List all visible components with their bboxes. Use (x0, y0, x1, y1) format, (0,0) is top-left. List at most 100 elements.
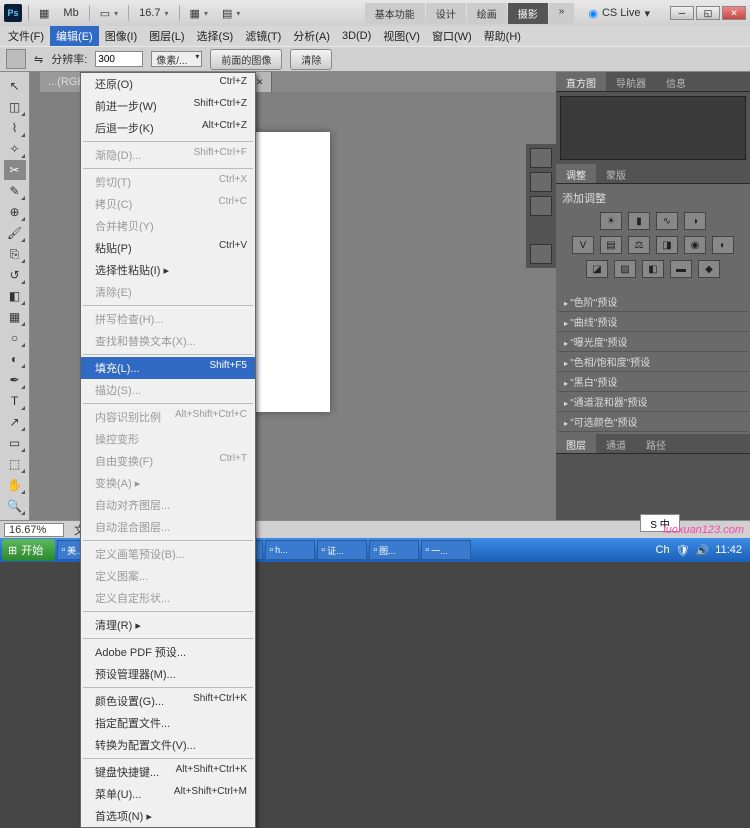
menu-item[interactable]: 预设管理器(M)... (81, 663, 255, 685)
panel-icon[interactable] (530, 148, 552, 168)
heal-tool[interactable]: ⊕ (4, 202, 26, 222)
menu-filter[interactable]: 滤镜(T) (239, 26, 287, 46)
wand-tool[interactable]: ✧ (4, 139, 26, 159)
bridge-button[interactable]: ▦ (35, 5, 53, 22)
workspace-tab[interactable]: 绘画 (467, 3, 507, 24)
panel-icon[interactable] (530, 244, 552, 264)
pen-tool[interactable]: ✒ (4, 370, 26, 390)
taskbar-item[interactable]: ▫图... (369, 540, 419, 560)
marquee-tool[interactable]: ◫ (4, 97, 26, 117)
photo-filter-icon[interactable]: ◉ (684, 236, 706, 254)
gradient-tool[interactable]: ▦ (4, 307, 26, 327)
brush-tool[interactable]: 🖌 (4, 223, 26, 243)
zoom-field[interactable]: 16.67% (4, 523, 64, 537)
minimize-button[interactable]: ─ (670, 6, 694, 20)
preset-item[interactable]: "黑白"预设 (558, 372, 748, 392)
start-button[interactable]: ⊞开始 (2, 539, 55, 561)
preset-item[interactable]: "曝光度"预设 (558, 332, 748, 352)
menu-item[interactable]: 填充(L)...Shift+F5 (81, 357, 255, 379)
preset-item[interactable]: "曲线"预设 (558, 312, 748, 332)
menu-item[interactable]: 键盘快捷键...Alt+Shift+Ctrl+K (81, 761, 255, 783)
workspace-tab[interactable]: 摄影 (508, 3, 548, 24)
exposure-icon[interactable]: ◑ (684, 212, 706, 230)
taskbar-item[interactable]: ▫h... (265, 540, 315, 560)
gradient-map-icon[interactable]: ▬ (670, 260, 692, 278)
eraser-tool[interactable]: ◧ (4, 286, 26, 306)
resolution-input[interactable] (95, 51, 143, 67)
panel-tab-paths[interactable]: 路径 (636, 434, 676, 453)
crop-tool[interactable]: ✂ (4, 160, 26, 180)
close-button[interactable]: ✕ (722, 6, 746, 20)
close-tab-icon[interactable]: ✕ (256, 77, 264, 88)
preset-item[interactable]: "色阶"预设 (558, 292, 748, 312)
menu-layer[interactable]: 图层(L) (143, 26, 190, 46)
brightness-icon[interactable]: ☀ (600, 212, 622, 230)
clear-button[interactable]: 清除 (290, 49, 332, 70)
bw-icon[interactable]: ◨ (656, 236, 678, 254)
threshold-icon[interactable]: ◧ (642, 260, 664, 278)
zoom-tool[interactable]: 🔍 (4, 496, 26, 516)
blur-tool[interactable]: ○ (4, 328, 26, 348)
workspace-tab[interactable]: 基本功能 (365, 3, 425, 24)
menu-3d[interactable]: 3D(D) (336, 28, 377, 44)
menu-item[interactable]: 还原(O)Ctrl+Z (81, 73, 255, 95)
menu-item[interactable]: 前进一步(W)Shift+Ctrl+Z (81, 95, 255, 117)
menu-item[interactable]: 指定配置文件... (81, 712, 255, 734)
dodge-tool[interactable]: ◐ (4, 349, 26, 369)
menu-view[interactable]: 视图(V) (377, 26, 426, 46)
path-tool[interactable]: ↗ (4, 412, 26, 432)
tool-preset-icon[interactable] (6, 49, 26, 69)
screen-mode-button[interactable]: ▭ (96, 5, 122, 22)
arrange-docs-button[interactable]: ▦ (186, 5, 212, 22)
levels-icon[interactable]: ▮ (628, 212, 650, 230)
posterize-icon[interactable]: ▨ (614, 260, 636, 278)
curves-icon[interactable]: ∿ (656, 212, 678, 230)
zoom-level[interactable]: 16.7 (135, 5, 172, 21)
menu-image[interactable]: 图像(I) (99, 26, 143, 46)
panel-icon[interactable] (530, 196, 552, 216)
menu-item[interactable]: 颜色设置(G)...Shift+Ctrl+K (81, 690, 255, 712)
taskbar-item[interactable]: ▫一... (421, 540, 471, 560)
3d-tool[interactable]: ⬚ (4, 454, 26, 474)
menu-item[interactable]: 选择性粘贴(I) ▸ (81, 259, 255, 281)
mixer-icon[interactable]: ◐ (712, 236, 734, 254)
panel-tab-info[interactable]: 信息 (656, 72, 696, 91)
cslive-button[interactable]: ◉CS Live▾ (580, 4, 658, 23)
menu-select[interactable]: 选择(S) (191, 26, 240, 46)
menu-item[interactable]: 后退一步(K)Alt+Ctrl+Z (81, 117, 255, 139)
menu-analysis[interactable]: 分析(A) (287, 26, 336, 46)
move-tool[interactable]: ↖ (4, 76, 26, 96)
menu-item[interactable]: 菜单(U)...Alt+Shift+Ctrl+M (81, 783, 255, 805)
preset-item[interactable]: "可选颜色"预设 (558, 412, 748, 432)
history-brush-tool[interactable]: ↺ (4, 265, 26, 285)
hand-tool[interactable]: ✋ (4, 475, 26, 495)
workspace-tab[interactable]: 设计 (426, 3, 466, 24)
type-tool[interactable]: T (4, 391, 26, 411)
panel-tab-masks[interactable]: 蒙版 (596, 164, 636, 183)
menu-item[interactable]: 粘贴(P)Ctrl+V (81, 237, 255, 259)
minibridge-button[interactable]: Mb (59, 5, 82, 21)
invert-icon[interactable]: ◪ (586, 260, 608, 278)
menu-item[interactable]: 转换为配置文件(V)... (81, 734, 255, 756)
lasso-tool[interactable]: ⌇ (4, 118, 26, 138)
eyedropper-tool[interactable]: ✎ (4, 181, 26, 201)
panel-tab-channels[interactable]: 通道 (596, 434, 636, 453)
menu-item[interactable]: Adobe PDF 预设... (81, 641, 255, 663)
restore-button[interactable]: ◱ (696, 6, 720, 20)
panel-tab-layers[interactable]: 图层 (556, 434, 596, 453)
panel-tab-adjustments[interactable]: 调整 (556, 164, 596, 183)
preset-item[interactable]: "色相/饱和度"预设 (558, 352, 748, 372)
units-select[interactable]: 像素/... (151, 51, 202, 67)
panel-icon[interactable] (530, 172, 552, 192)
menu-help[interactable]: 帮助(H) (478, 26, 527, 46)
menu-item[interactable]: 清理(R) ▸ (81, 614, 255, 636)
panel-tab-navigator[interactable]: 导航器 (606, 72, 656, 91)
workspace-more[interactable]: » (549, 3, 575, 24)
menu-item[interactable]: 首选项(N) ▸ (81, 805, 255, 827)
system-tray[interactable]: Ch🛡🔊 11:42 (656, 544, 748, 557)
vibrance-icon[interactable]: V (572, 236, 594, 254)
menu-edit[interactable]: 编辑(E) (50, 26, 99, 46)
balance-icon[interactable]: ⚖ (628, 236, 650, 254)
taskbar-item[interactable]: ▫证... (317, 540, 367, 560)
stamp-tool[interactable]: ⎘ (4, 244, 26, 264)
